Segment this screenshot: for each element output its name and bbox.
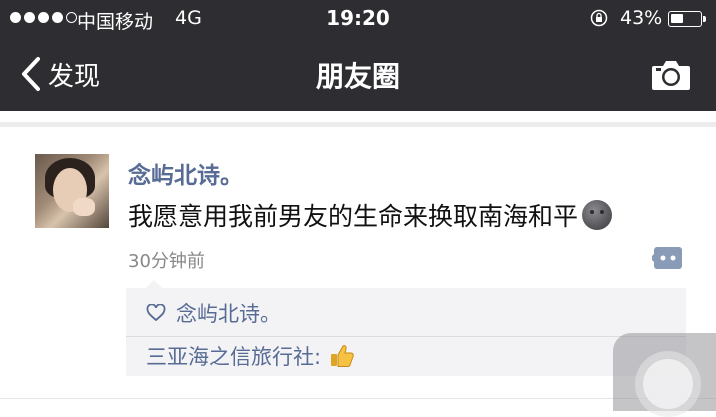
moon-face-icon xyxy=(582,200,613,230)
navigation-bar: 发现 朋友圈 xyxy=(0,38,716,111)
battery-icon xyxy=(668,11,706,27)
post-divider xyxy=(0,398,716,399)
comment-options-icon[interactable] xyxy=(652,245,684,271)
camera-icon[interactable] xyxy=(650,56,692,92)
heart-icon xyxy=(146,304,166,322)
divider xyxy=(126,336,686,337)
post-text: 我愿意用我前男友的生命来换取南海和平 xyxy=(128,202,579,231)
like-username[interactable]: 念屿北诗。 xyxy=(176,298,281,328)
comment-author[interactable]: 三亚海之信旅行社: xyxy=(146,341,321,371)
orientation-lock-icon xyxy=(590,9,608,27)
page-title: 朋友圈 xyxy=(315,60,400,93)
avatar[interactable] xyxy=(35,154,109,228)
status-bar: 中国移动 4G 19:20 43% xyxy=(0,0,716,38)
status-time: 19:20 xyxy=(326,6,390,30)
comment-row[interactable]: 三亚海之信旅行社: xyxy=(146,340,355,372)
top-bar: 中国移动 4G 19:20 43% 发现 朋友圈 xyxy=(0,0,716,111)
likes-comments-box: 念屿北诗。 三亚海之信旅行社: xyxy=(126,280,686,376)
top-separator xyxy=(0,122,716,127)
assistive-touch-button[interactable] xyxy=(613,333,716,417)
battery-percentage: 43% xyxy=(620,7,663,29)
post-username[interactable]: 念屿北诗。 xyxy=(128,156,243,190)
post-timestamp: 30分钟前 xyxy=(128,251,205,272)
post-content: 我愿意用我前男友的生命来换取南海和平 xyxy=(128,197,613,233)
likes-row: 念屿北诗。 xyxy=(146,298,281,328)
thumbs-up-icon xyxy=(331,345,354,367)
